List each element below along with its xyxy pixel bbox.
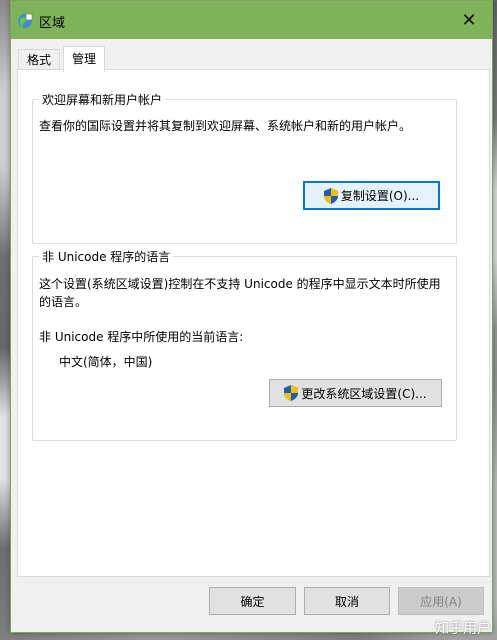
region-globe-icon xyxy=(18,13,33,28)
change-system-locale-label: 更改系统区域设置(C)... xyxy=(301,386,427,401)
close-button[interactable]: ✕ xyxy=(446,1,492,39)
watermark-text: 知乎用户 xyxy=(435,621,491,637)
title-bar[interactable]: 区域 ✕ xyxy=(11,1,492,39)
non-unicode-language-group: 非 Unicode 程序的语言 这个设置(系统区域设置)控制在不支持 Unico… xyxy=(32,248,457,441)
welcome-group-description: 查看你的国际设置并将其复制到欢迎屏幕、系统帐户和新的用户帐户。 xyxy=(39,119,412,133)
administrative-tab-panel: 欢迎屏幕和新用户帐户 查看你的国际设置并将其复制到欢迎屏幕、系统帐户和新的用户帐… xyxy=(17,69,490,577)
non-unicode-group-title: 非 Unicode 程序的语言 xyxy=(39,248,174,265)
welcome-screen-group: 欢迎屏幕和新用户帐户 查看你的国际设置并将其复制到欢迎屏幕、系统帐户和新的用户帐… xyxy=(32,91,457,244)
non-unicode-description: 这个设置(系统区域设置)控制在不支持 Unicode 的程序中显示文本时所使用的… xyxy=(39,277,441,309)
ok-button[interactable]: 确定 xyxy=(209,587,296,615)
cancel-button[interactable]: 取消 xyxy=(304,587,390,615)
ok-label: 确定 xyxy=(240,594,265,609)
current-language-value: 中文(简体，中国) xyxy=(59,355,153,369)
copy-settings-button[interactable]: 复制设置(O)... xyxy=(303,181,440,210)
cancel-label: 取消 xyxy=(334,594,359,609)
tab-administrative[interactable]: 管理 xyxy=(63,46,106,72)
tab-format[interactable]: 格式 xyxy=(18,49,61,70)
region-dialog: 区域 ✕ 格式 管理 欢迎屏幕和新用户帐户 查看你的国际设置并将其复制到欢迎屏幕… xyxy=(10,0,493,633)
welcome-group-title: 欢迎屏幕和新用户帐户 xyxy=(39,91,166,108)
window-title: 区域 xyxy=(39,16,66,31)
current-language-label: 非 Unicode 程序中所使用的当前语言: xyxy=(39,330,244,344)
change-system-locale-button[interactable]: 更改系统区域设置(C)... xyxy=(269,379,442,407)
apply-label: 应用(A) xyxy=(420,594,462,609)
apply-button[interactable]: 应用(A) xyxy=(398,587,484,615)
uac-shield-icon xyxy=(284,385,299,401)
uac-shield-icon xyxy=(323,187,338,204)
close-icon: ✕ xyxy=(461,9,477,31)
copy-settings-label: 复制设置(O)... xyxy=(340,189,420,203)
